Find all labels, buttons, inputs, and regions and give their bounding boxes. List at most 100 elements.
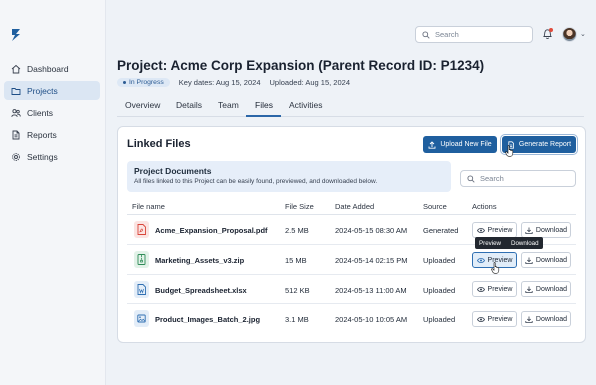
source: Uploaded [423, 256, 456, 265]
file-size: 3.1 MB [285, 315, 309, 324]
download-button[interactable]: Download [521, 252, 571, 268]
row-divider [127, 303, 576, 304]
preview-label: Preview [487, 285, 513, 293]
active-tab-indicator [246, 115, 281, 117]
date-added: 2024-05-13 11:00 AM [335, 286, 407, 295]
info-description: All files linked to this Project can be … [134, 178, 378, 185]
users-icon [11, 108, 21, 117]
tooltip-download: Download [511, 239, 539, 247]
download-label: Download [535, 315, 568, 323]
info-panel: Project Documents All files linked to th… [127, 161, 451, 192]
file-size: 512 KB [285, 286, 310, 295]
sidebar-item-label: Clients [27, 107, 53, 118]
sidebar: Dashboard Projects Clients Reports Setti… [0, 0, 106, 385]
column-header-actions: Actions [472, 202, 497, 211]
sidebar-item-label: Reports [27, 129, 57, 140]
sidebar-item-label: Settings [27, 151, 58, 162]
search-icon [422, 30, 430, 39]
preview-button[interactable]: Preview [472, 222, 517, 238]
tab-details[interactable]: Details [176, 100, 202, 110]
home-icon [11, 64, 21, 73]
folder-icon [11, 87, 21, 95]
download-label: Download [535, 226, 568, 234]
tab-files[interactable]: Files [255, 100, 273, 110]
hand-cursor-icon [505, 145, 514, 157]
report-label: Generate Report [518, 141, 572, 148]
column-header-source[interactable]: Source [423, 202, 447, 211]
page-title: Project: Acme Corp Expansion (Parent Rec… [117, 58, 485, 73]
project-meta: In Progress Key dates: Aug 15, 2024 Uplo… [117, 78, 350, 87]
eye-icon [476, 257, 485, 263]
preview-button[interactable]: Preview [472, 311, 517, 327]
upload-label: Upload New File [440, 141, 492, 148]
column-header-date-added[interactable]: Date Added [335, 202, 374, 211]
sidebar-item-label: Projects [27, 85, 58, 96]
source: Uploaded [423, 315, 456, 324]
file-search-input[interactable]: Search [460, 170, 576, 187]
download-icon [525, 286, 533, 293]
gear-icon [12, 152, 20, 161]
tab-team[interactable]: Team [218, 100, 239, 110]
file-name[interactable]: Acme_Expansion_Proposal.pdf [155, 226, 268, 235]
date-added: 2024-05-10 10:05 AM [335, 315, 408, 324]
upload-new-file-button[interactable]: Upload New File [423, 136, 497, 153]
tooltip-preview: Preview [479, 239, 502, 247]
sidebar-item-reports[interactable]: Reports [4, 125, 100, 144]
row-divider [127, 274, 576, 275]
notification-dot [549, 28, 553, 32]
download-label: Download [535, 256, 568, 264]
file-name[interactable]: Budget_Spreadsheet.xlsx [155, 286, 247, 295]
key-dates: Key dates: Aug 15, 2024 [178, 78, 261, 87]
sidebar-item-dashboard[interactable]: Dashboard [4, 59, 100, 78]
sidebar-item-clients[interactable]: Clients [4, 103, 100, 122]
sidebar-item-projects[interactable]: Projects [4, 81, 100, 100]
eye-icon [476, 286, 485, 292]
header-divider [127, 214, 576, 215]
info-title: Project Documents [134, 166, 212, 176]
eye-icon [476, 316, 485, 322]
tab-activities[interactable]: Activities [289, 100, 323, 110]
file-size: 2.5 MB [285, 226, 309, 235]
download-icon [525, 257, 533, 264]
sidebar-item-label: Dashboard [27, 63, 69, 74]
image-icon [134, 310, 149, 327]
file-size: 15 MB [285, 256, 307, 265]
date-added: 2024-05-14 02:15 PM [335, 256, 408, 265]
download-button[interactable]: Download [521, 281, 571, 297]
source: Generated [423, 226, 459, 235]
column-header-file-size[interactable]: File Size [285, 202, 314, 211]
download-button[interactable]: Download [521, 311, 571, 327]
download-label: Download [535, 285, 568, 293]
word-icon [134, 281, 149, 298]
search-icon [467, 174, 475, 183]
file-name[interactable]: Product_Images_Batch_2.jpg [155, 315, 260, 324]
sidebar-item-settings[interactable]: Settings [4, 147, 100, 166]
download-icon [525, 316, 533, 323]
card-title: Linked Files [127, 138, 191, 150]
document-icon [12, 130, 20, 139]
pdf-icon [134, 221, 149, 238]
upload-icon [428, 140, 436, 149]
tab-overview[interactable]: Overview [125, 100, 160, 110]
preview-button[interactable]: Preview [472, 281, 517, 297]
status-badge: In Progress [117, 78, 170, 87]
column-header-file-name[interactable]: File name [132, 202, 165, 211]
download-icon [525, 227, 533, 234]
status-dot-icon [123, 81, 126, 84]
chevron-down-icon[interactable]: ⌄ [580, 30, 586, 38]
source: Uploaded [423, 286, 456, 295]
download-button[interactable]: Download [521, 222, 571, 238]
hand-cursor-icon [491, 262, 500, 274]
status-label: In Progress [129, 79, 164, 86]
uploaded-date: Uploaded: Aug 15, 2024 [269, 78, 351, 87]
file-name[interactable]: Marketing_Assets_v3.zip [155, 256, 244, 265]
search-placeholder: Search [435, 30, 459, 39]
app-logo-icon [12, 29, 20, 41]
global-search-input[interactable]: Search [415, 26, 533, 43]
search-placeholder: Search [480, 174, 504, 183]
preview-label: Preview [487, 315, 513, 323]
zip-icon [134, 251, 149, 268]
preview-label: Preview [487, 226, 513, 234]
eye-icon [476, 227, 485, 233]
user-avatar[interactable] [562, 27, 577, 42]
